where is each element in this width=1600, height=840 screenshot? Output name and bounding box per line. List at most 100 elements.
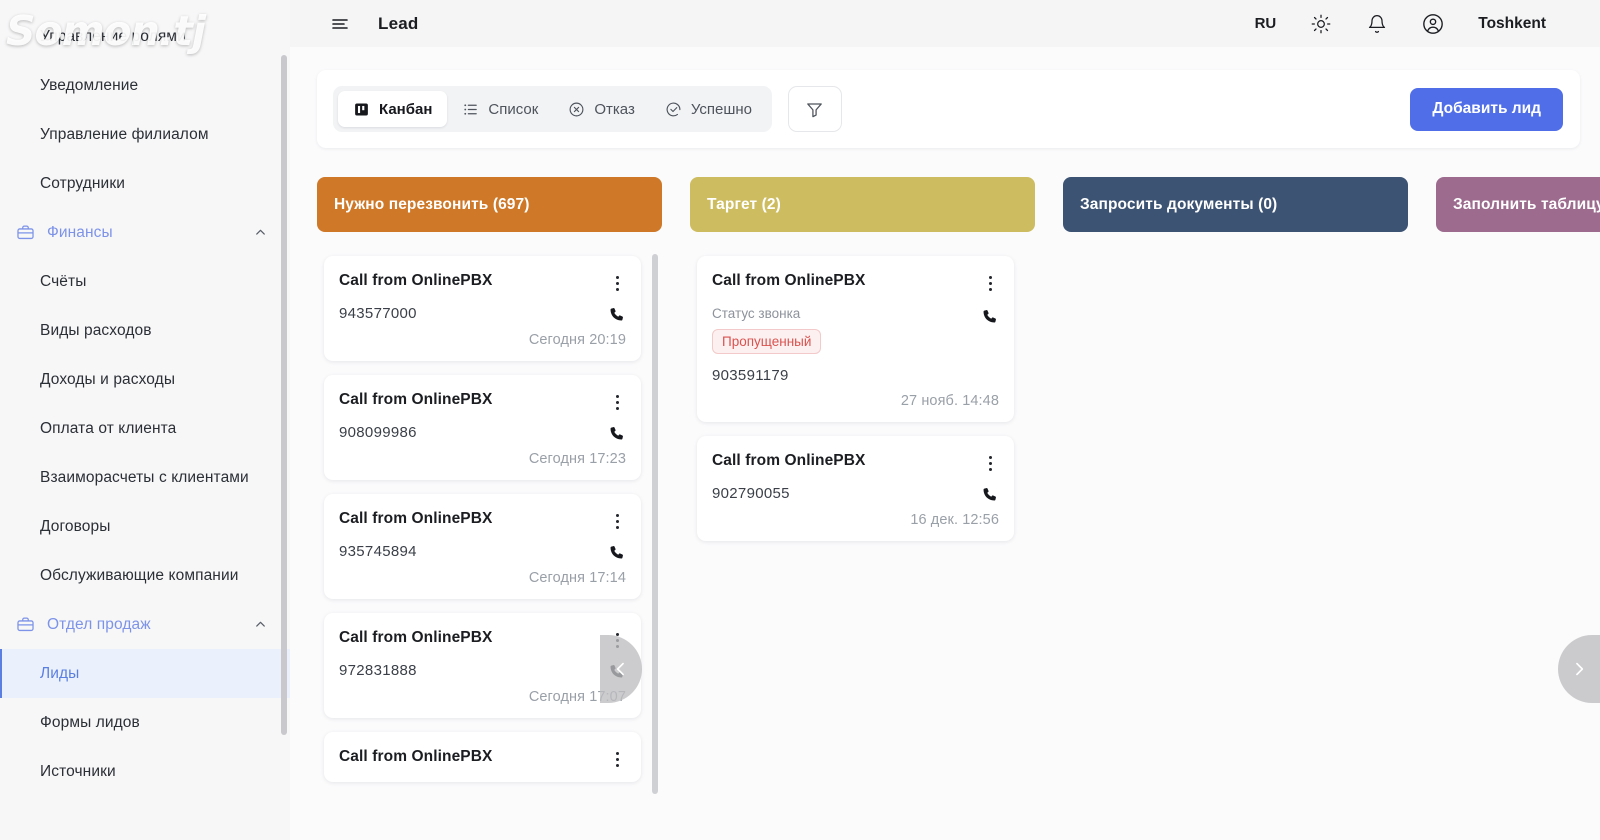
sidebar-item-label: Оплата от клиента: [40, 419, 177, 437]
sidebar-item-4[interactable]: Финансы: [0, 208, 290, 257]
call-status-row: Статус звонка Пропущенный: [712, 293, 999, 354]
sidebar-item-9[interactable]: Взаиморасчеты с клиентами: [0, 453, 290, 502]
phone-number: 935745894: [339, 543, 417, 560]
lead-card[interactable]: Call from OnlinePBX 943577000 Сегодня 20:…: [324, 256, 641, 361]
column-title: Заполнить таблицу (0): [1453, 195, 1600, 213]
column-body-0: Call from OnlinePBX 943577000 Сегодня 20:…: [317, 248, 662, 840]
tab-2[interactable]: Отказ: [553, 91, 649, 127]
sidebar-item-label: Договоры: [40, 517, 111, 535]
card-list: Call from OnlinePBX 943577000 Сегодня 20:…: [317, 248, 648, 782]
card-title: Call from OnlinePBX: [339, 272, 493, 289]
phone-icon[interactable]: [607, 304, 626, 323]
sidebar-item-label: Источники: [40, 762, 116, 780]
sun-icon[interactable]: [1310, 13, 1332, 35]
kebab-menu-icon[interactable]: [608, 392, 626, 412]
card-timestamp: 16 дек. 12:56: [910, 512, 999, 528]
bell-icon[interactable]: [1366, 13, 1388, 35]
lead-card[interactable]: Call from OnlinePBX 935745894 Сегодня 17:…: [324, 494, 641, 599]
tab-0[interactable]: Канбан: [338, 91, 448, 127]
card-header: Call from OnlinePBX: [339, 629, 626, 650]
kebab-menu-icon[interactable]: [608, 749, 626, 769]
phone-number: 972831888: [339, 662, 417, 679]
language-selector[interactable]: RU: [1255, 15, 1277, 32]
toolbar-wrapper: Канбан Список Отказ Успешно Добавить лид: [290, 47, 1600, 148]
phone-icon[interactable]: [980, 306, 999, 325]
kebab-menu-icon[interactable]: [608, 511, 626, 531]
card-list: Call from OnlinePBX Статус звонка Пропущен…: [690, 248, 1021, 541]
sidebar-item-label: Сотрудники: [40, 174, 125, 192]
sidebar-item-8[interactable]: Оплата от клиента: [0, 404, 290, 453]
lead-card[interactable]: Call from OnlinePBX 908099986 Сегодня 17:…: [324, 375, 641, 480]
filter-icon[interactable]: [787, 86, 842, 132]
kanban-column-2: Запросить документы (0): [1063, 177, 1408, 840]
lead-card[interactable]: Call from OnlinePBX Статус звонка Пропущен…: [697, 256, 1014, 422]
sidebar-item-3[interactable]: Сотрудники: [0, 159, 290, 208]
sidebar-item-label: Виды расходов: [40, 321, 152, 339]
card-timestamp: 27 нояб. 14:48: [900, 393, 999, 409]
sidebar-item-10[interactable]: Договоры: [0, 502, 290, 551]
sidebar-item-2[interactable]: Управление филиалом: [0, 110, 290, 159]
add-lead-button[interactable]: Добавить лид: [1410, 87, 1563, 131]
sidebar-item-14[interactable]: Формы лидов: [0, 698, 290, 747]
column-scrollbar[interactable]: [652, 254, 658, 794]
card-header: Call from OnlinePBX: [339, 510, 626, 531]
kebab-menu-icon[interactable]: [981, 453, 999, 473]
sidebar-item-label: Уведомление: [40, 76, 139, 94]
phone-number: 908099986: [339, 424, 417, 441]
sidebar-item-5[interactable]: Счёты: [0, 257, 290, 306]
sidebar-item-label: Доходы и расходы: [40, 370, 176, 388]
card-header: Call from OnlinePBX: [712, 452, 999, 473]
sidebar-item-label: Счёты: [40, 272, 87, 290]
lead-card[interactable]: Call from OnlinePBX 902790055 16 дек. 12:…: [697, 436, 1014, 541]
call-status-label: Статус звонка: [712, 306, 801, 321]
card-timestamp: Сегодня 17:07: [528, 689, 626, 705]
tab-3[interactable]: Успешно: [650, 91, 767, 127]
column-header-2[interactable]: Запросить документы (0): [1063, 177, 1408, 232]
sidebar-item-label: Отдел продаж: [47, 615, 151, 633]
briefcase-icon: [16, 223, 35, 242]
card-list: [1063, 248, 1394, 256]
kanban-column-0: Нужно перезвонить (697) Call from OnlineP…: [317, 177, 662, 840]
column-body-1: Call from OnlinePBX Статус звонка Пропущен…: [690, 248, 1035, 840]
column-header-0[interactable]: Нужно перезвонить (697): [317, 177, 662, 232]
tab-1[interactable]: Список: [447, 91, 553, 127]
phone-icon[interactable]: [607, 542, 626, 561]
kanban-board: Нужно перезвонить (697) Call from OnlineP…: [290, 148, 1600, 840]
card-title: Call from OnlinePBX: [712, 272, 866, 289]
user-circle-icon[interactable]: [1422, 13, 1444, 35]
sidebar-item-15[interactable]: Источники: [0, 747, 290, 796]
sidebar-scrollbar[interactable]: [281, 55, 287, 735]
phone-icon[interactable]: [980, 484, 999, 503]
chevron-up-icon[interactable]: [252, 225, 268, 241]
kebab-menu-icon[interactable]: [981, 273, 999, 293]
card-title: Call from OnlinePBX: [339, 748, 493, 765]
chevron-up-icon[interactable]: [252, 617, 268, 633]
column-header-3[interactable]: Заполнить таблицу (0): [1436, 177, 1600, 232]
sidebar-item-7[interactable]: Доходы и расходы: [0, 355, 290, 404]
card-phone-row: 943577000: [339, 304, 626, 323]
phone-icon[interactable]: [607, 423, 626, 442]
lead-card[interactable]: Call from OnlinePBX: [324, 732, 641, 782]
sidebar-item-12[interactable]: Отдел продаж: [0, 600, 290, 649]
menu-icon[interactable]: [330, 14, 350, 34]
sidebar-item-11[interactable]: Обслуживающие компании: [0, 551, 290, 600]
status-badge: Пропущенный: [712, 329, 822, 354]
kebab-menu-icon[interactable]: [608, 273, 626, 293]
view-mode-tabs: Канбан Список Отказ Успешно: [333, 86, 772, 132]
sidebar-item-0[interactable]: Управление ролями: [0, 12, 290, 61]
main-area: Lead RU Toshkent Канбан Список Отказ Усп…: [290, 0, 1600, 840]
sidebar-item-1[interactable]: Уведомление: [0, 61, 290, 110]
column-header-1[interactable]: Таргет (2): [690, 177, 1035, 232]
sidebar-item-13[interactable]: Лиды: [0, 649, 290, 698]
sidebar-item-label: Обслуживающие компании: [40, 566, 239, 584]
x-circle-icon: [568, 101, 585, 118]
sidebar-item-label: Лиды: [40, 664, 80, 682]
card-phone-row: 908099986: [339, 423, 626, 442]
tab-label: Отказ: [594, 100, 635, 118]
sidebar-item-6[interactable]: Виды расходов: [0, 306, 290, 355]
user-name[interactable]: Toshkent: [1478, 15, 1546, 33]
card-title: Call from OnlinePBX: [339, 391, 493, 408]
card-phone-row: 972831888: [339, 661, 626, 680]
lead-card[interactable]: Call from OnlinePBX 972831888 Сегодня 17:…: [324, 613, 641, 718]
page-title: Lead: [378, 13, 419, 33]
